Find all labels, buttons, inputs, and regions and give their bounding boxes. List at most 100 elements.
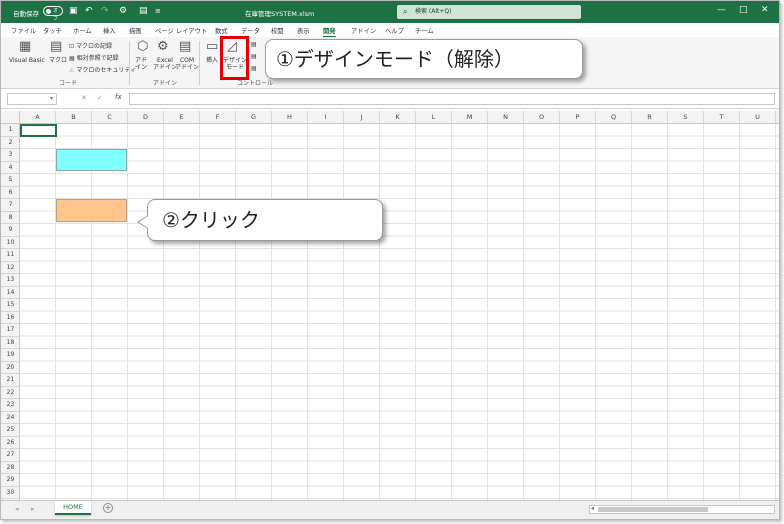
row-header[interactable]: 18 [1, 337, 20, 349]
row-header[interactable]: 4 [1, 162, 20, 174]
insert-control-button[interactable]: 挿入 [206, 57, 218, 64]
scroll-left-icon[interactable]: ◂ [591, 505, 594, 512]
row-header[interactable]: 29 [1, 474, 20, 487]
relative-ref-button[interactable]: ▦ 相対参照で記録 [69, 53, 119, 62]
column-header[interactable]: A [20, 111, 56, 124]
scrollbar-thumb[interactable] [598, 507, 708, 512]
tab-help[interactable]: ヘルプ [385, 26, 404, 35]
row-header[interactable]: 30 [1, 487, 20, 499]
tab-data[interactable]: データ [241, 26, 260, 35]
excel-addins-button[interactable]: Excel アドイン [153, 57, 177, 71]
add-sheet-icon[interactable]: + [103, 503, 113, 513]
row-header[interactable]: 21 [1, 374, 20, 387]
search-box[interactable]: ⌕ 検索 (Alt+Q) [397, 5, 581, 19]
undo-icon[interactable]: ↶ [85, 6, 93, 16]
row-header[interactable]: 28 [1, 462, 20, 474]
formula-input[interactable] [129, 93, 775, 105]
row-header[interactable]: 23 [1, 399, 20, 412]
row-header[interactable]: 5 [1, 174, 20, 187]
row-header[interactable]: 24 [1, 412, 20, 424]
macro-security-button[interactable]: ⚠ マクロのセキュリティ [69, 65, 136, 74]
row-header[interactable]: 1 [1, 124, 20, 137]
page-icon[interactable]: ▤ [139, 6, 148, 16]
run-dialog-button[interactable]: ▤ [251, 65, 257, 72]
row-header[interactable]: 14 [1, 287, 20, 299]
properties-button[interactable]: ▤ [251, 41, 257, 48]
row-header[interactable]: 16 [1, 312, 20, 324]
column-header[interactable]: M [452, 111, 488, 124]
column-header[interactable]: E [164, 111, 200, 124]
tab-addins[interactable]: アドイン [351, 26, 376, 35]
visual-basic-button[interactable]: Visual Basic [9, 57, 45, 64]
tab-view[interactable]: 表示 [297, 26, 310, 35]
function-icon[interactable]: fx [115, 93, 122, 101]
column-header[interactable]: N [488, 111, 524, 124]
qat-dropdown-icon[interactable]: ≡ [155, 6, 161, 16]
customize-icon[interactable]: ⚙ [119, 6, 127, 16]
name-box[interactable]: ▾ [7, 93, 57, 105]
row-header[interactable]: 27 [1, 449, 20, 462]
tab-home[interactable]: ホーム [73, 26, 92, 35]
tab-page-layout[interactable]: ページ レイアウト [155, 26, 207, 35]
select-all-corner[interactable] [1, 111, 20, 124]
tab-team[interactable]: チーム [415, 26, 434, 35]
column-header[interactable]: Q [596, 111, 632, 124]
column-header[interactable]: C [92, 111, 128, 124]
row-header[interactable]: 11 [1, 249, 20, 262]
row-header[interactable]: 10 [1, 237, 20, 249]
column-header[interactable]: O [524, 111, 560, 124]
row-header[interactable]: 19 [1, 349, 20, 362]
column-header[interactable]: I [308, 111, 344, 124]
column-header[interactable]: L [416, 111, 452, 124]
cancel-icon[interactable]: ✕ [81, 94, 87, 102]
tab-draw[interactable]: 描画 [129, 26, 142, 35]
row-header[interactable]: 15 [1, 299, 20, 312]
row-header[interactable]: 2 [1, 137, 20, 149]
view-code-button[interactable]: ▤ [251, 53, 257, 60]
column-header[interactable]: B [56, 111, 92, 124]
save-icon[interactable]: ▣ [69, 6, 78, 16]
row-header[interactable]: 12 [1, 262, 20, 274]
column-header[interactable]: H [272, 111, 308, 124]
tab-formulas[interactable]: 数式 [215, 26, 228, 35]
row-header[interactable]: 7 [1, 199, 20, 212]
maximize-icon[interactable]: □ [739, 5, 748, 15]
column-header[interactable]: F [200, 111, 236, 124]
minimize-icon[interactable]: — [717, 5, 726, 15]
row-header[interactable]: 25 [1, 424, 20, 437]
row-header[interactable]: 17 [1, 324, 20, 337]
com-addins-button[interactable]: COM アドイン [175, 57, 199, 71]
column-header[interactable]: T [704, 111, 740, 124]
column-header[interactable]: G [236, 111, 272, 124]
orange-macro-button[interactable] [56, 199, 127, 222]
record-macro-button[interactable]: ⊡ マクロの記録 [69, 41, 112, 50]
row-header[interactable]: 9 [1, 224, 20, 237]
column-header[interactable]: D [128, 111, 164, 124]
autosave-toggle[interactable]: オフ [43, 6, 63, 22]
row-header[interactable]: 20 [1, 362, 20, 374]
row-header[interactable]: 26 [1, 437, 20, 449]
macro-button[interactable]: マクロ [49, 57, 67, 64]
tab-review[interactable]: 校閲 [271, 26, 284, 35]
sheet-tab-home[interactable]: HOME [55, 501, 91, 515]
tab-insert[interactable]: 挿入 [103, 26, 116, 35]
column-header[interactable]: J [344, 111, 380, 124]
column-header[interactable]: P [560, 111, 596, 124]
redo-icon[interactable]: ↷ [101, 6, 109, 16]
horizontal-scrollbar[interactable]: ◂ [589, 505, 775, 514]
cyan-macro-button[interactable] [56, 149, 127, 171]
column-header[interactable]: K [380, 111, 416, 124]
tab-file[interactable]: ファイル [11, 26, 36, 35]
close-icon[interactable]: ✕ [761, 5, 769, 15]
prev-sheet-icon[interactable]: ◂ [15, 505, 19, 513]
enter-icon[interactable]: ✓ [97, 94, 103, 102]
cell-grid[interactable] [20, 124, 779, 500]
column-header[interactable]: R [632, 111, 668, 124]
tab-touch[interactable]: タッチ [43, 26, 62, 35]
row-header[interactable]: 13 [1, 274, 20, 287]
next-sheet-icon[interactable]: ▸ [31, 505, 35, 513]
column-header[interactable]: U [740, 111, 776, 124]
row-header[interactable]: 3 [1, 149, 20, 162]
row-header[interactable]: 6 [1, 187, 20, 199]
selected-cell[interactable] [20, 124, 57, 137]
